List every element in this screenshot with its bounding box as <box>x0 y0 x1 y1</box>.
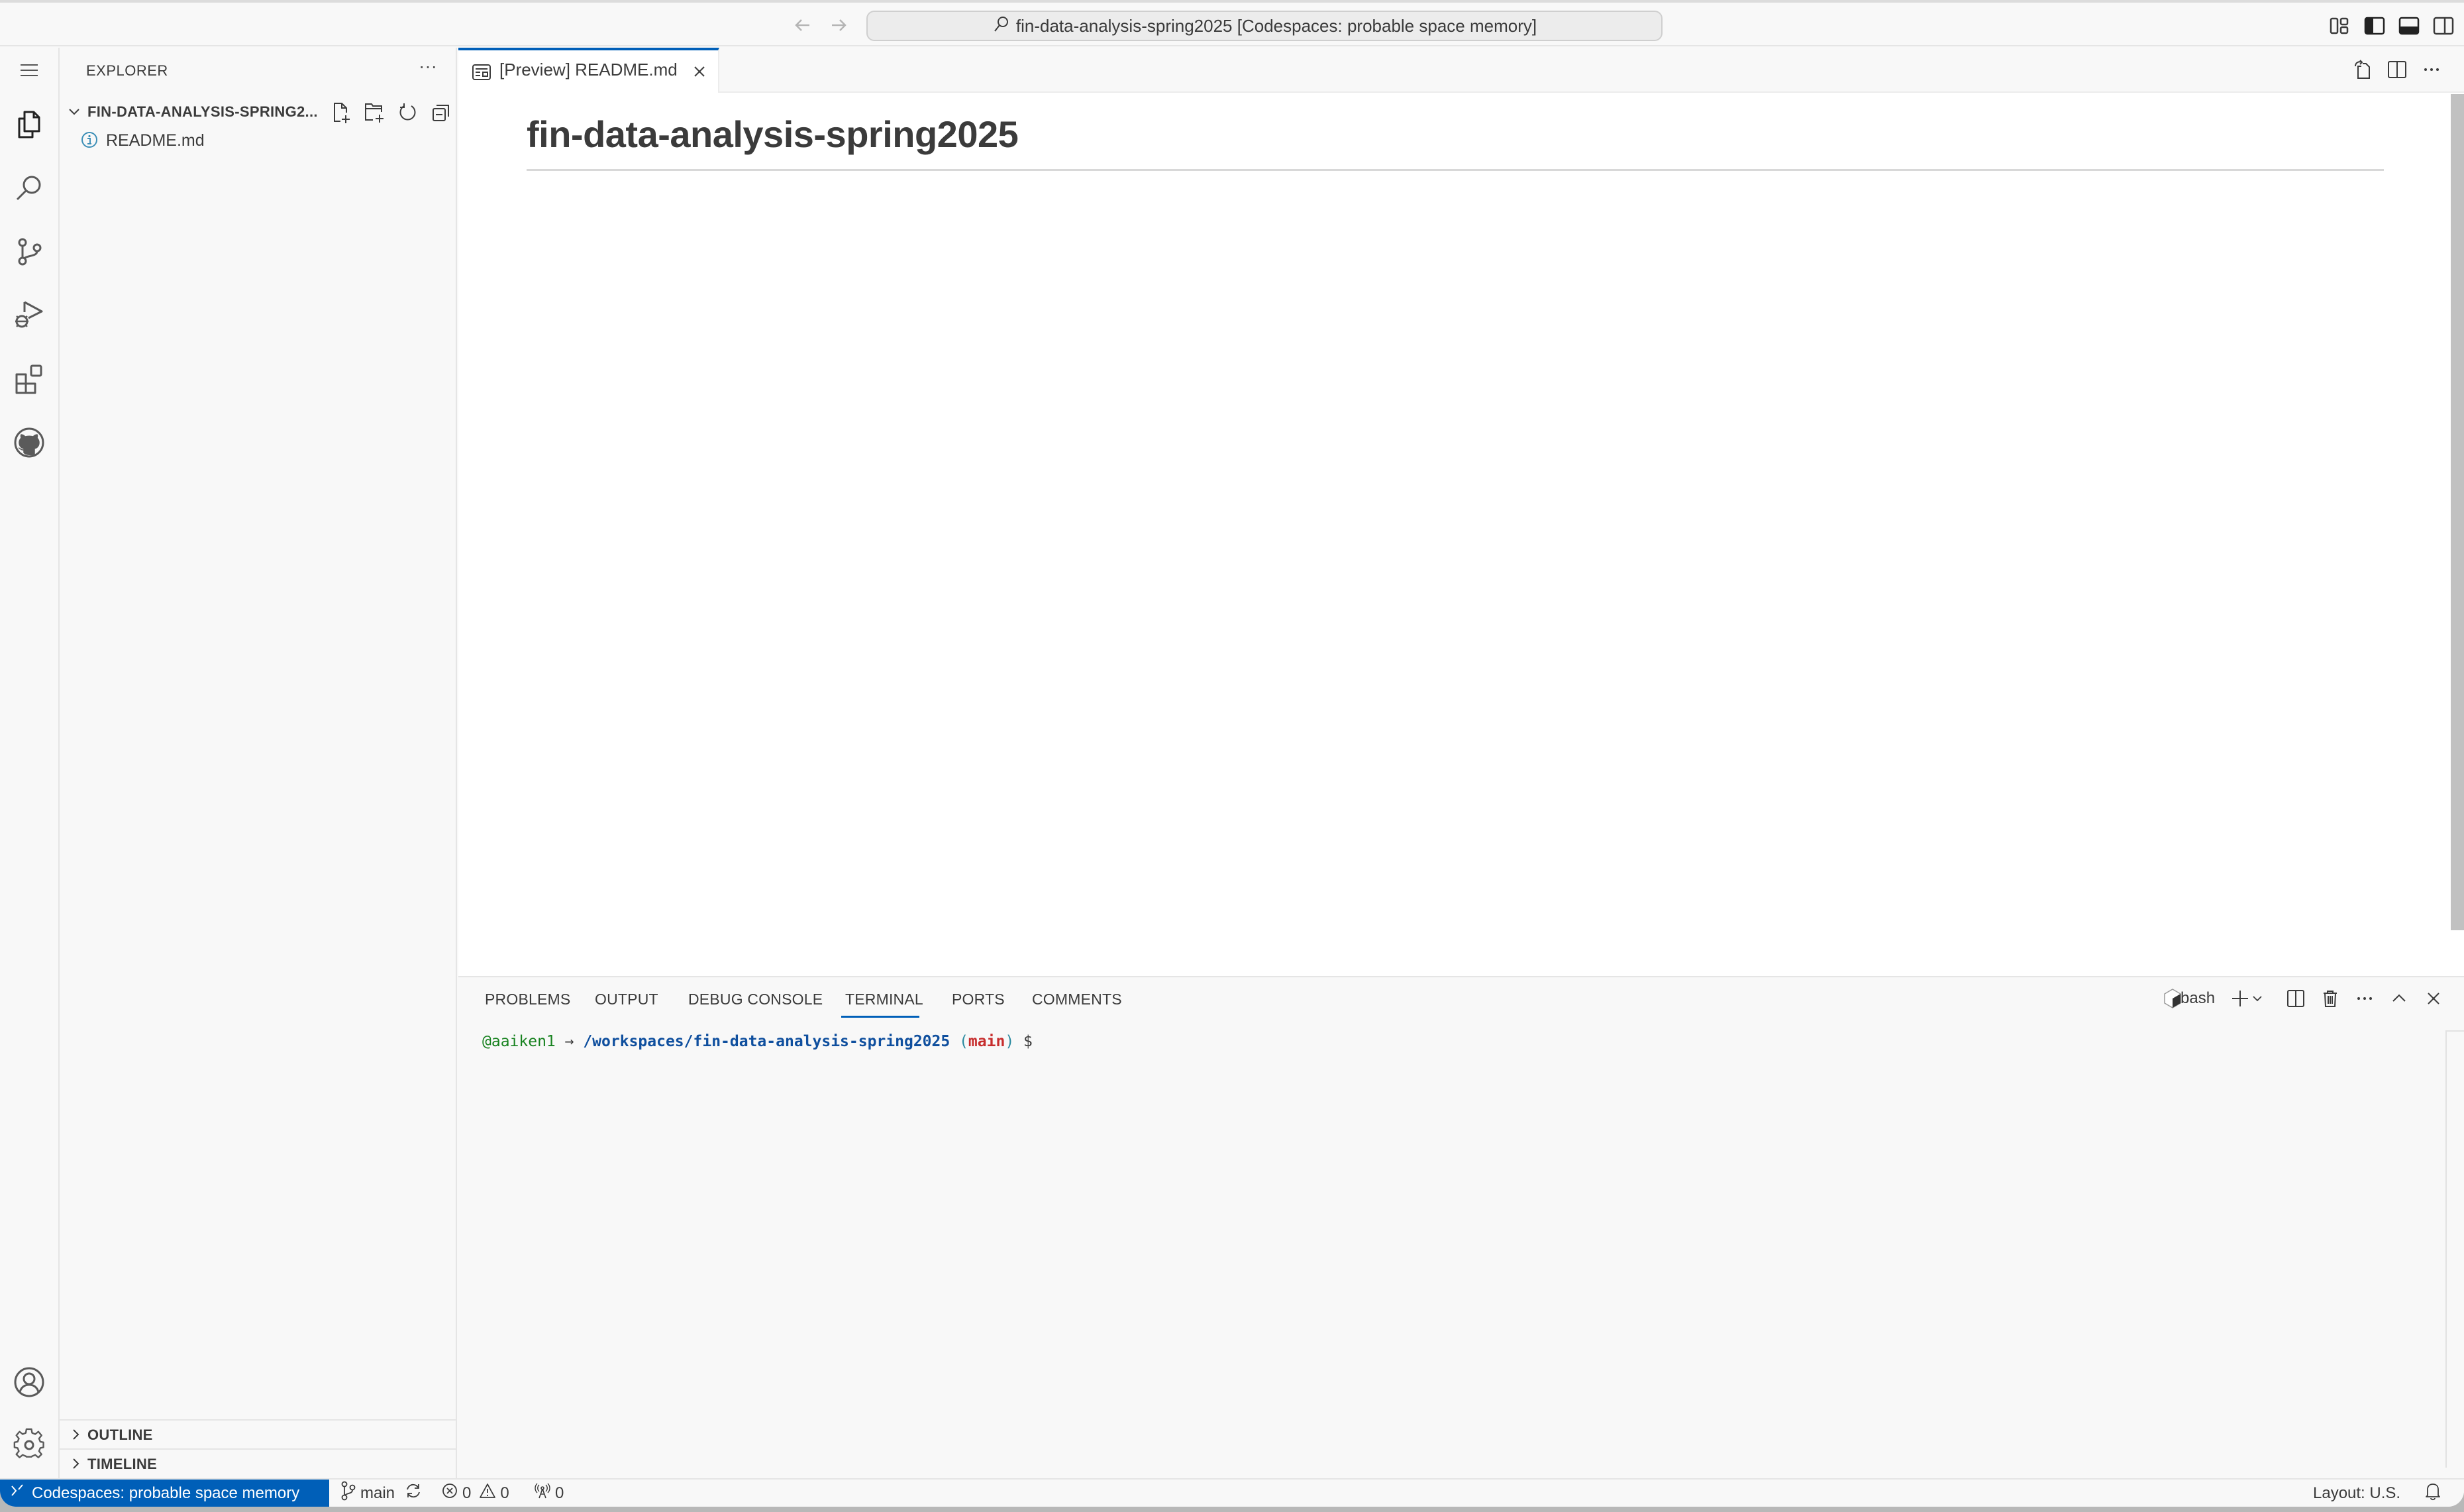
warning-count: 0 <box>500 1484 509 1502</box>
github-icon[interactable] <box>9 423 49 462</box>
chevron-down-icon[interactable] <box>2249 987 2265 1010</box>
explorer-icon[interactable] <box>9 105 49 144</box>
toggle-secondary-sidebar-icon[interactable] <box>2432 15 2455 37</box>
refresh-icon[interactable] <box>396 101 420 125</box>
close-icon[interactable] <box>690 62 709 81</box>
title-bar: fin-data-analysis-spring2025 [Codespaces… <box>0 0 2464 46</box>
layout-label: Layout: U.S. <box>2313 1484 2401 1502</box>
command-center-search[interactable]: fin-data-analysis-spring2025 [Codespaces… <box>866 11 1663 41</box>
close-panel-icon[interactable] <box>2422 987 2445 1010</box>
search-icon[interactable] <box>9 168 49 208</box>
preview-icon <box>472 64 491 81</box>
back-arrow-icon[interactable] <box>790 12 816 38</box>
chevron-down-icon <box>66 102 82 122</box>
heading-divider <box>527 169 2384 171</box>
new-file-icon[interactable] <box>330 101 354 125</box>
bottom-panel: PROBLEMS OUTPUT DEBUG CONSOLE TERMINAL P… <box>458 976 2464 1478</box>
tab-comments[interactable]: COMMENTS <box>1032 991 1122 1008</box>
tab-terminal[interactable]: TERMINAL <box>845 991 923 1008</box>
warning-icon <box>479 1482 496 1504</box>
sync-button[interactable] <box>404 1480 423 1507</box>
customize-layout-icon[interactable] <box>2329 15 2351 37</box>
folder-actions <box>330 101 453 125</box>
active-tab-indicator <box>841 1016 919 1018</box>
chevron-right-icon <box>68 1454 83 1474</box>
terminal-paren-open: ( <box>950 1033 968 1050</box>
ports-count: 0 <box>555 1484 564 1502</box>
tab-debug-console[interactable]: DEBUG CONSOLE <box>688 991 823 1008</box>
open-source-icon[interactable] <box>2351 57 2377 82</box>
notifications-button[interactable] <box>2424 1480 2441 1507</box>
menu-icon[interactable] <box>9 50 49 90</box>
explorer-title: EXPLORER <box>86 62 168 79</box>
editor-tab-bar: [Preview] README.md <box>458 48 2464 93</box>
terminal-path: /workspaces/fin-data-analysis-spring2025 <box>583 1033 950 1050</box>
tab-problems[interactable]: PROBLEMS <box>485 991 570 1008</box>
outline-section-header[interactable]: OUTLINE <box>60 1419 456 1447</box>
remote-indicator[interactable]: Codespaces: probable space memory <box>0 1480 329 1507</box>
tab-output[interactable]: OUTPUT <box>595 991 658 1008</box>
remote-icon <box>0 1482 32 1504</box>
split-editor-icon[interactable] <box>2385 57 2410 82</box>
collapse-all-icon[interactable] <box>429 101 453 125</box>
forward-arrow-icon[interactable] <box>825 12 852 38</box>
error-icon <box>441 1482 458 1504</box>
command-center-label: fin-data-analysis-spring2025 [Codespaces… <box>1015 15 1537 36</box>
terminal-paren-close: ) <box>1005 1033 1015 1050</box>
terminal-arrow: → <box>555 1033 584 1050</box>
terminal-dollar: $ <box>1014 1033 1033 1050</box>
bell-icon <box>2424 1481 2441 1505</box>
outline-label: OUTLINE <box>87 1427 153 1443</box>
chevron-right-icon <box>68 1425 83 1444</box>
accounts-icon[interactable] <box>9 1362 49 1402</box>
search-icon <box>992 15 1016 38</box>
terminal-shell-label[interactable]: bash <box>2181 989 2215 1008</box>
toggle-panel-icon[interactable] <box>2398 15 2420 37</box>
broadcast-icon <box>534 1482 551 1504</box>
split-terminal-icon[interactable] <box>2284 987 2308 1010</box>
keyboard-layout-status[interactable]: Layout: U.S. <box>2313 1480 2400 1507</box>
tab-readme-preview[interactable]: [Preview] README.md <box>458 48 719 93</box>
new-folder-icon[interactable] <box>363 101 387 125</box>
error-count: 0 <box>462 1484 472 1502</box>
ports-status[interactable]: 0 <box>534 1480 564 1507</box>
explorer-more-actions-button[interactable]: ··· <box>415 57 441 81</box>
file-name: README.md <box>106 131 205 150</box>
branch-status[interactable]: main <box>340 1480 395 1507</box>
timeline-section-header[interactable]: TIMELINE <box>60 1448 456 1478</box>
extensions-icon[interactable] <box>9 359 49 399</box>
branch-label: main <box>360 1484 395 1502</box>
problems-status[interactable]: 0 0 <box>441 1480 509 1507</box>
timeline-label: TIMELINE <box>87 1456 158 1472</box>
terminal-prompt[interactable]: @aaiken1 → /workspaces/fin-data-analysis… <box>482 1033 1033 1050</box>
toggle-primary-sidebar-icon[interactable] <box>2363 15 2386 37</box>
manage-gear-icon[interactable] <box>9 1425 49 1464</box>
new-terminal-icon[interactable] <box>2228 987 2252 1010</box>
terminal-user: @aaiken1 <box>482 1033 556 1050</box>
file-item-readme[interactable]: README.md <box>60 126 456 155</box>
remote-label: Codespaces: probable space memory <box>32 1484 300 1502</box>
editor-scrollbar[interactable] <box>2451 94 2464 930</box>
kill-terminal-trash-icon[interactable] <box>2318 987 2342 1010</box>
tab-ports[interactable]: PORTS <box>952 991 1005 1008</box>
more-actions-icon[interactable] <box>2419 57 2444 82</box>
source-control-icon[interactable] <box>9 232 49 272</box>
status-bar: Codespaces: probable space memory main 0… <box>0 1478 2464 1507</box>
run-and-debug-icon[interactable] <box>9 296 49 335</box>
terminal-scrollbar[interactable] <box>2445 1030 2464 1468</box>
tab-label: [Preview] README.md <box>499 60 678 80</box>
vscode-window: fin-data-analysis-spring2025 [Codespaces… <box>0 0 2464 1507</box>
workspace-folder-name: FIN-DATA-ANALYSIS-SPRING2... <box>87 103 318 120</box>
sync-icon <box>404 1482 423 1505</box>
maximize-panel-chevron-up-icon[interactable] <box>2387 987 2411 1010</box>
more-actions-icon[interactable] <box>2353 987 2377 1010</box>
primary-sidebar: EXPLORER ··· FIN-DATA-ANALYSIS-SPRING2..… <box>60 48 457 1478</box>
info-icon <box>81 131 98 148</box>
terminal-branch: main <box>968 1033 1005 1050</box>
readme-heading: fin-data-analysis-spring2025 <box>527 113 1019 155</box>
git-branch-icon <box>340 1481 356 1505</box>
workspace-folder-header[interactable]: FIN-DATA-ANALYSIS-SPRING2... <box>60 98 456 126</box>
markdown-preview: fin-data-analysis-spring2025 <box>458 93 2464 976</box>
activity-bar <box>0 48 60 1478</box>
